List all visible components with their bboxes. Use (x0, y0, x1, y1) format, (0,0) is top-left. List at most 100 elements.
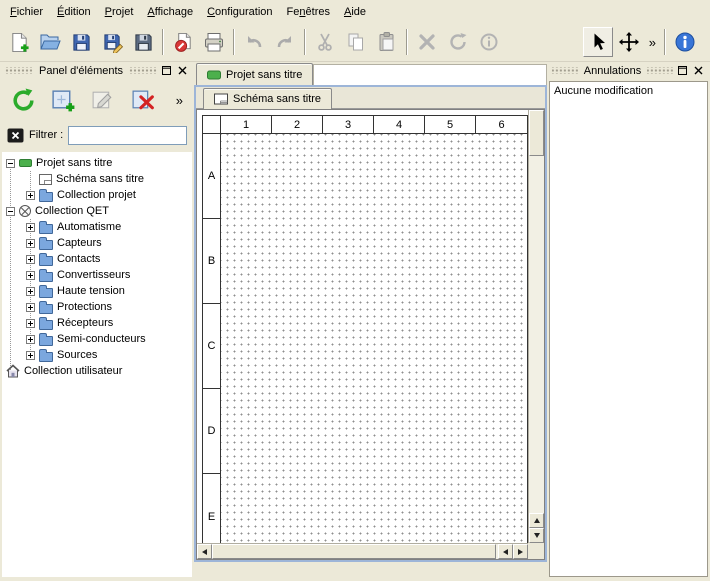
tree-item-label: Semi-conducteurs (57, 333, 146, 346)
expand-icon[interactable] (26, 351, 35, 360)
tree-item-label: Schéma sans titre (56, 173, 144, 186)
horizontal-scrollbar[interactable] (197, 543, 528, 559)
tab-label: Projet sans titre (226, 69, 302, 81)
dock-title: Annulations (581, 65, 645, 77)
vertical-scrollbar-thumb[interactable] (529, 110, 544, 156)
edit-element-button[interactable] (87, 84, 119, 116)
new-element-button[interactable] (47, 84, 79, 116)
open-file-button[interactable] (35, 27, 65, 57)
move-mode-button[interactable] (614, 27, 644, 57)
expand-icon[interactable] (26, 319, 35, 328)
tree-item-haute-tension[interactable]: Haute tension (2, 283, 192, 299)
close-file-button[interactable] (168, 27, 198, 57)
collapse-icon[interactable] (6, 207, 15, 216)
scroll-down-button[interactable] (529, 528, 544, 543)
tree-item-label: Collection utilisateur (24, 365, 122, 378)
dock-close-button[interactable] (176, 64, 189, 77)
horizontal-scrollbar-thumb[interactable] (212, 544, 496, 559)
tree-item-contacts[interactable]: Contacts (2, 251, 192, 267)
expand-icon[interactable] (26, 287, 35, 296)
expand-icon[interactable] (26, 239, 35, 248)
menu-edition[interactable]: Édition (50, 3, 98, 21)
paste-button[interactable] (372, 27, 402, 57)
expand-icon[interactable] (26, 335, 35, 344)
dock-float-button[interactable] (160, 64, 173, 77)
properties-button[interactable] (474, 27, 504, 57)
filter-input[interactable] (68, 126, 187, 145)
triangle-up-icon (534, 518, 540, 523)
scroll-left-button[interactable] (498, 544, 513, 559)
tab-project[interactable]: Projet sans titre (196, 63, 313, 85)
scrollbar-corner (528, 543, 544, 559)
dock-drag-handle[interactable] (5, 67, 33, 74)
menu-fenetres[interactable]: Fenêtres (280, 3, 337, 21)
folder-icon (39, 224, 53, 234)
redo-button[interactable] (270, 27, 300, 57)
select-mode-button[interactable] (583, 27, 613, 57)
about-button[interactable] (670, 27, 700, 57)
tree-item-project[interactable]: Projet sans titre (2, 155, 192, 171)
tree-item-convertisseurs[interactable]: Convertisseurs (2, 267, 192, 283)
dock-drag-handle[interactable] (647, 67, 673, 74)
menu-projet[interactable]: Projet (98, 3, 141, 21)
tab-schema[interactable]: Schéma sans titre (203, 88, 332, 109)
scroll-up-button[interactable] (529, 513, 544, 528)
diagram-view[interactable]: 1 2 3 4 5 6 A B C D E (196, 109, 545, 560)
vertical-scrollbar[interactable] (528, 110, 544, 543)
collapse-icon[interactable] (6, 159, 15, 168)
delete-x-icon (416, 31, 438, 53)
new-file-button[interactable] (4, 27, 34, 57)
toolbar-overflow-button[interactable]: » (645, 35, 660, 50)
dock-drag-handle[interactable] (552, 67, 578, 74)
panel-overflow-button[interactable]: » (172, 93, 187, 108)
tree-item-automatisme[interactable]: Automatisme (2, 219, 192, 235)
expand-icon[interactable] (26, 223, 35, 232)
save-all-button[interactable] (128, 27, 158, 57)
delete-selection-button[interactable] (412, 27, 442, 57)
tree-item-collection-utilisateur[interactable]: Collection utilisateur (2, 363, 192, 379)
info-gray-icon (478, 31, 500, 53)
tree-item-recepteurs[interactable]: Récepteurs (2, 315, 192, 331)
cut-button[interactable] (310, 27, 340, 57)
elements-tree[interactable]: Projet sans titre Schéma sans titre Coll… (2, 152, 192, 577)
main-toolbar: » (0, 23, 710, 62)
tree-item-semi-conducteurs[interactable]: Semi-conducteurs (2, 331, 192, 347)
tree-item-collection-qet[interactable]: Collection QET (2, 203, 192, 219)
scroll-right-button[interactable] (513, 544, 528, 559)
undo-button[interactable] (239, 27, 269, 57)
dock-float-button[interactable] (676, 64, 689, 77)
expand-icon[interactable] (26, 271, 35, 280)
reload-collections-button[interactable] (7, 84, 39, 116)
dock-drag-handle[interactable] (129, 67, 157, 74)
save-as-button[interactable] (97, 27, 127, 57)
menu-fichier[interactable]: Fichier (3, 3, 50, 21)
dock-close-button[interactable] (692, 64, 705, 77)
expand-icon[interactable] (26, 191, 35, 200)
tree-item-capteurs[interactable]: Capteurs (2, 235, 192, 251)
grid-canvas[interactable] (221, 134, 527, 559)
save-button[interactable] (66, 27, 96, 57)
tree-item-protections[interactable]: Protections (2, 299, 192, 315)
edit-element-icon (90, 87, 117, 114)
expand-icon[interactable] (26, 255, 35, 264)
copy-button[interactable] (341, 27, 371, 57)
menu-aide[interactable]: Aide (337, 3, 373, 21)
tree-item-collection-projet[interactable]: Collection projet (2, 187, 192, 203)
open-folder-icon (39, 31, 61, 53)
delete-element-button[interactable] (127, 84, 159, 116)
menu-configuration[interactable]: Configuration (200, 3, 279, 21)
scroll-left-button[interactable] (197, 544, 212, 559)
tree-item-schema[interactable]: Schéma sans titre (2, 171, 192, 187)
tree-item-label: Haute tension (57, 285, 125, 298)
toolbar-separator (406, 29, 408, 55)
expand-icon[interactable] (26, 303, 35, 312)
new-file-icon (9, 32, 30, 53)
print-button[interactable] (199, 27, 229, 57)
undo-history-list[interactable]: Aucune modification (549, 81, 708, 577)
diagram-page[interactable]: 1 2 3 4 5 6 A B C D E (202, 115, 528, 560)
qelectrotech-window: Fichier Édition Projet Affichage Configu… (0, 0, 710, 581)
menu-affichage[interactable]: Affichage (140, 3, 200, 21)
clear-filter-button[interactable] (7, 128, 24, 143)
rotate-selection-button[interactable] (443, 27, 473, 57)
tree-item-sources[interactable]: Sources (2, 347, 192, 363)
